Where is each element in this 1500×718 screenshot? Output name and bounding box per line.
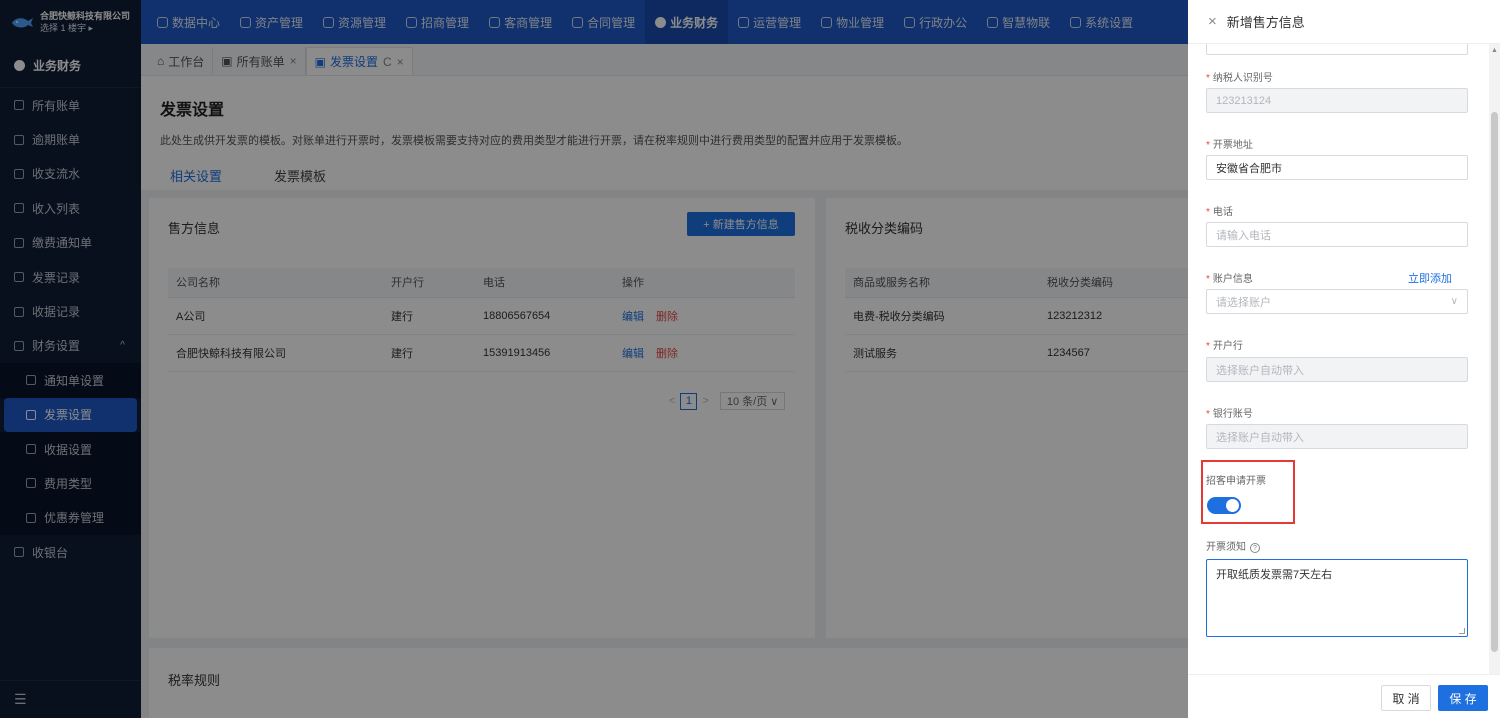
resize-handle-icon[interactable] bbox=[1459, 628, 1465, 634]
drawer-footer: 取 消 保 存 bbox=[1188, 674, 1500, 718]
drawer-scrollbar[interactable]: ▲ bbox=[1489, 44, 1500, 674]
account-select[interactable]: 请选择账户 ∨ bbox=[1206, 289, 1468, 314]
bank-account-label: * 银行账号 bbox=[1206, 409, 1253, 420]
help-icon[interactable]: ? bbox=[1250, 543, 1260, 553]
cancel-button[interactable]: 取 消 bbox=[1381, 685, 1431, 711]
invoice-address-field[interactable]: 安徽省合肥市 bbox=[1206, 155, 1468, 180]
apply-invoice-label: 招客申请开票 bbox=[1206, 476, 1266, 487]
drawer-form: * 纳税人识别号 123213124 * 开票地址 安徽省合肥市 * 电话 请输入电话… bbox=[1188, 44, 1488, 674]
drawer-title: 新增售方信息 bbox=[1226, 15, 1305, 30]
phone-field[interactable]: 请输入电话 bbox=[1206, 222, 1468, 247]
bank-field: 选择账户自动带入 bbox=[1206, 357, 1468, 382]
phone-label: * 电话 bbox=[1206, 207, 1233, 218]
save-button[interactable]: 保 存 bbox=[1438, 685, 1488, 711]
invoice-address-label: * 开票地址 bbox=[1206, 140, 1253, 151]
invoice-notice-textarea[interactable]: 开取纸质发票需7天左右 bbox=[1206, 559, 1468, 637]
taxpayer-id-field: 123213124 bbox=[1206, 88, 1468, 113]
add-account-link[interactable]: 立即添加 bbox=[1408, 270, 1452, 286]
bank-label: * 开户行 bbox=[1206, 341, 1243, 352]
drawer-header: × 新增售方信息 bbox=[1188, 0, 1500, 44]
invoice-notice-label: 开票须知? bbox=[1206, 538, 1260, 553]
apply-invoice-toggle[interactable] bbox=[1207, 497, 1241, 514]
chevron-down-icon: ∨ bbox=[1450, 296, 1458, 307]
taxpayer-id-label: * 纳税人识别号 bbox=[1206, 73, 1273, 84]
close-icon[interactable]: × bbox=[1208, 13, 1217, 30]
account-label: * 账户信息 bbox=[1206, 274, 1253, 285]
toggle-knob bbox=[1226, 499, 1239, 512]
scrollbar-thumb[interactable] bbox=[1491, 112, 1498, 652]
bank-account-field: 选择账户自动带入 bbox=[1206, 424, 1468, 449]
modal-overlay[interactable] bbox=[0, 0, 1188, 718]
highlight-box bbox=[1201, 460, 1295, 524]
company-field-partial[interactable] bbox=[1206, 44, 1468, 55]
new-seller-drawer: × 新增售方信息 * 纳税人识别号 123213124 * 开票地址 安徽省合肥市 … bbox=[1188, 0, 1500, 718]
scroll-up-icon[interactable]: ▲ bbox=[1491, 47, 1498, 54]
